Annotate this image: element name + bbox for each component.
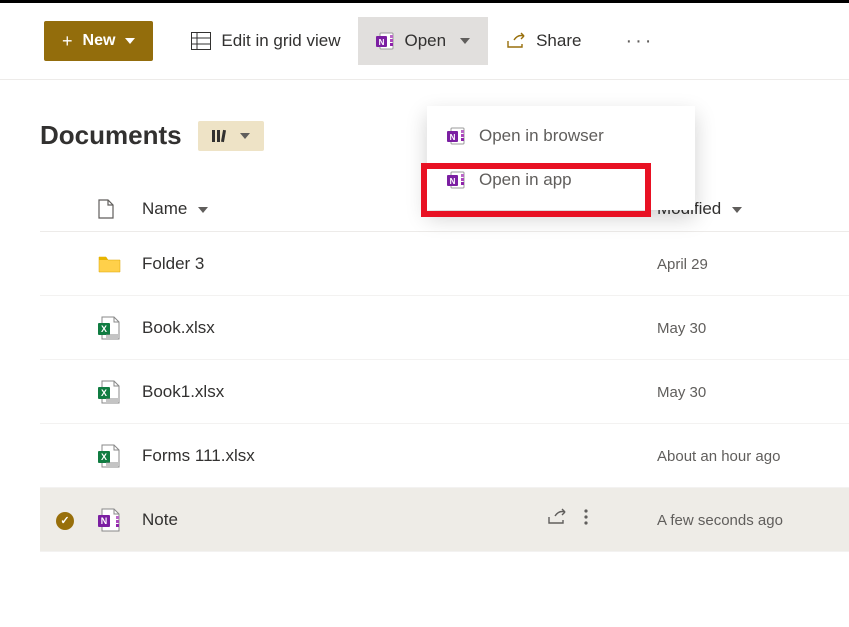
chevron-down-icon <box>460 38 470 44</box>
more-actions-button[interactable]: ··· <box>615 30 664 53</box>
xlsx-icon: X <box>90 424 134 488</box>
chevron-down-icon <box>732 207 742 213</box>
svg-text:X: X <box>101 324 107 334</box>
file-name[interactable]: Forms 111.xlsx <box>142 446 255 465</box>
open-button-label: Open <box>404 31 446 51</box>
onenote-icon: N <box>447 127 465 145</box>
table-row[interactable]: Folder 3 April 29 <box>40 232 849 296</box>
svg-text:X: X <box>101 452 107 462</box>
folder-icon <box>90 232 134 296</box>
plus-icon: + <box>62 31 73 52</box>
view-selector-button[interactable] <box>198 121 264 151</box>
share-icon <box>506 32 526 50</box>
open-dropdown-menu: N Open in browser N Open in app <box>427 106 695 210</box>
svg-text:N: N <box>450 177 456 186</box>
command-bar: + New Edit in grid view N Open Share <box>0 3 849 80</box>
file-name[interactable]: Folder 3 <box>142 254 204 273</box>
table-row[interactable]: X Book.xlsx May 30 <box>40 296 849 360</box>
modified-date: April 29 <box>657 256 708 273</box>
onenote-icon: N <box>376 32 394 50</box>
table-row[interactable]: X Book1.xlsx May 30 <box>40 360 849 424</box>
open-in-browser-label: Open in browser <box>479 126 604 146</box>
modified-date: May 30 <box>657 384 706 401</box>
open-in-app-menuitem[interactable]: N Open in app <box>427 158 695 202</box>
table-row[interactable]: ✓ N Note A few seconds ago <box>40 488 849 552</box>
chevron-down-icon <box>240 133 250 139</box>
new-button-label: New <box>83 32 116 50</box>
share-button[interactable]: Share <box>488 17 599 65</box>
svg-text:N: N <box>379 38 385 47</box>
grid-icon <box>191 32 211 50</box>
open-in-browser-menuitem[interactable]: N Open in browser <box>427 114 695 158</box>
page-title: Documents <box>40 120 182 151</box>
col-header-name-label: Name <box>142 199 187 218</box>
svg-text:N: N <box>101 516 108 526</box>
edit-in-grid-view-label: Edit in grid view <box>221 31 340 51</box>
modified-date: May 30 <box>657 320 706 337</box>
selected-checkmark-icon[interactable]: ✓ <box>56 512 74 530</box>
xlsx-icon: X <box>90 296 134 360</box>
library-icon <box>212 129 228 143</box>
file-name[interactable]: Book.xlsx <box>142 318 215 337</box>
chevron-down-icon <box>198 207 208 213</box>
file-name[interactable]: Note <box>142 510 178 529</box>
table-row[interactable]: X Forms 111.xlsx About an hour ago <box>40 424 849 488</box>
open-in-app-label: Open in app <box>479 170 572 190</box>
row-share-button[interactable] <box>547 508 567 526</box>
files-table: Name Modified Folder 3April 29XBook.xlsx… <box>40 187 849 552</box>
file-name[interactable]: Book1.xlsx <box>142 382 224 401</box>
chevron-down-icon <box>125 38 135 44</box>
xlsx-icon: X <box>90 360 134 424</box>
col-header-type[interactable] <box>90 187 134 232</box>
modified-date: A few seconds ago <box>657 512 783 529</box>
new-button[interactable]: + New <box>44 21 153 61</box>
open-button[interactable]: N Open <box>358 17 488 65</box>
svg-text:X: X <box>101 388 107 398</box>
row-more-button[interactable] <box>583 508 589 526</box>
share-button-label: Share <box>536 31 581 51</box>
onenote-icon: N <box>447 171 465 189</box>
edit-in-grid-view-button[interactable]: Edit in grid view <box>173 17 358 65</box>
file-icon <box>98 199 114 219</box>
modified-date: About an hour ago <box>657 448 780 465</box>
onenote-icon: N <box>90 488 134 552</box>
svg-text:N: N <box>450 133 456 142</box>
